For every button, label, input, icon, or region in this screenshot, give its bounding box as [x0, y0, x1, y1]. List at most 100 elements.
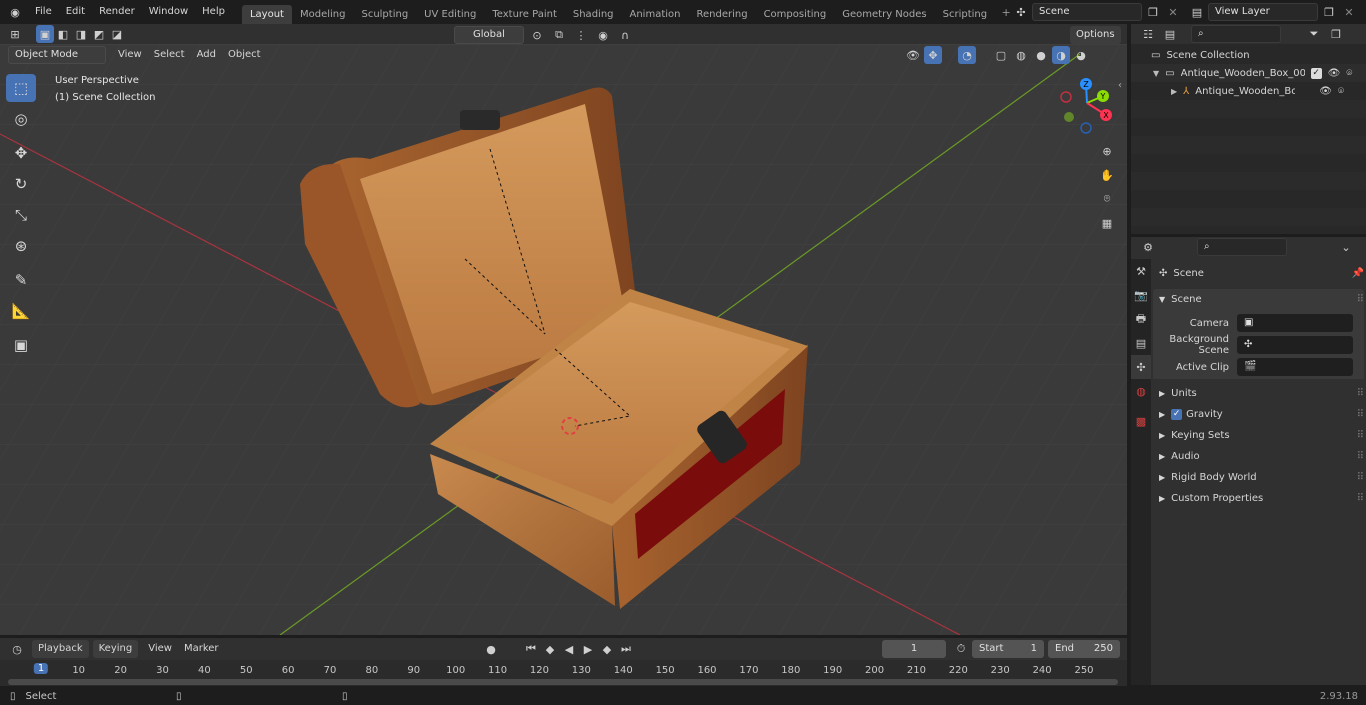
overlays-icon[interactable]: ◔: [958, 46, 976, 64]
play-reverse-icon[interactable]: ◀: [560, 640, 578, 658]
render-camera-icon[interactable]: ⌾: [1346, 68, 1352, 79]
gizmo-toggle-icon[interactable]: ✥: [924, 46, 942, 64]
transform-orientation-selector[interactable]: Global: [454, 26, 524, 44]
record-icon[interactable]: ●: [482, 640, 500, 658]
tab-modeling[interactable]: Modeling: [292, 5, 354, 24]
outliner-search-input[interactable]: ⌕: [1191, 25, 1281, 43]
3d-viewport[interactable]: User Perspective (1) Scene Collection Z …: [0, 44, 1127, 635]
scene-tab-icon[interactable]: ✣: [1131, 355, 1151, 379]
drag-handle-icon[interactable]: ⠿: [1357, 388, 1364, 399]
render-tab-icon[interactable]: 📷: [1131, 283, 1151, 307]
timeline-menu-marker[interactable]: Marker: [178, 640, 225, 658]
start-frame-field[interactable]: Start 1: [972, 640, 1044, 658]
play-icon[interactable]: ▶: [579, 640, 597, 658]
remove-view-layer-icon[interactable]: ✕: [1340, 3, 1358, 21]
tab-scripting[interactable]: Scripting: [935, 5, 995, 24]
gravity-checkbox[interactable]: ✓: [1171, 408, 1183, 420]
material-shading-icon[interactable]: ◑: [1052, 46, 1070, 64]
timeline-menu-playback[interactable]: Playback: [32, 640, 89, 658]
eye-icon[interactable]: 👁: [1319, 86, 1332, 97]
solid-shading-icon[interactable]: ●: [1032, 46, 1050, 64]
outliner-row[interactable]: ▶ ⅄ Antique_Wooden_Box_0( 👁 ⌾: [1131, 82, 1366, 100]
viewport-scene[interactable]: [0, 44, 1127, 635]
editor-type-icon[interactable]: ⊞: [6, 25, 24, 43]
rotate-tool-icon[interactable]: ↻: [6, 170, 36, 198]
expand-arrow-icon[interactable]: ▶: [1171, 87, 1177, 96]
measure-tool-icon[interactable]: 📐: [6, 297, 36, 325]
include-checkbox-icon[interactable]: ✓: [1310, 67, 1322, 79]
select-box-icon[interactable]: ▣: [36, 25, 54, 43]
panel-rigid-body-world[interactable]: ▶ Rigid Body World ⠿: [1153, 467, 1364, 487]
end-frame-field[interactable]: End 250: [1048, 640, 1120, 658]
scene-icon[interactable]: ✣: [1012, 3, 1030, 21]
tab-layout[interactable]: Layout: [241, 5, 292, 24]
drag-handle-icon[interactable]: ⠿: [1357, 430, 1364, 441]
new-view-layer-icon[interactable]: ❐: [1320, 3, 1338, 21]
tab-animation[interactable]: Animation: [622, 5, 689, 24]
filter-icon[interactable]: ⏷: [1305, 25, 1323, 43]
zoom-icon[interactable]: ⊕: [1098, 142, 1116, 160]
visibility-icon[interactable]: 👁: [904, 46, 922, 64]
drag-handle-icon[interactable]: ⠿: [1357, 409, 1364, 420]
snap-target-icon[interactable]: ⋮: [572, 26, 590, 44]
outliner-root-row[interactable]: ▭ Scene Collection: [1131, 46, 1366, 64]
mode-subtract-icon[interactable]: ◨: [72, 25, 90, 43]
render-camera-icon[interactable]: ⌾: [1338, 86, 1344, 97]
panel-custom-properties[interactable]: ▶ Custom Properties ⠿: [1153, 488, 1364, 508]
timeline-menu-view[interactable]: View: [142, 640, 178, 658]
mode-selector[interactable]: Object Mode: [8, 46, 106, 64]
select-tool-icon[interactable]: ⬚: [6, 74, 36, 102]
proportional-edit-icon[interactable]: ◉: [594, 26, 612, 44]
ortho-grid-icon[interactable]: ▦: [1098, 214, 1116, 232]
menu-item-help[interactable]: Help: [195, 2, 232, 22]
drag-handle-icon[interactable]: ⠿: [1357, 294, 1364, 305]
mode-invert-icon[interactable]: ◩: [90, 25, 108, 43]
tab-uv-editing[interactable]: UV Editing: [416, 5, 484, 24]
snap-icon[interactable]: ⧉: [550, 26, 568, 44]
add-cube-tool-icon[interactable]: ▣: [6, 331, 36, 359]
prev-keyframe-icon[interactable]: ◆: [541, 640, 559, 658]
jump-start-icon[interactable]: ⏮: [522, 640, 540, 658]
panel-audio[interactable]: ▶ Audio ⠿: [1153, 446, 1364, 466]
move-tool-icon[interactable]: ✥: [6, 139, 36, 167]
navigation-gizmo[interactable]: Z Y X: [1056, 72, 1118, 134]
annotate-tool-icon[interactable]: ✎: [6, 266, 36, 294]
properties-search-input[interactable]: ⌕: [1197, 238, 1287, 256]
view-layer-tab-icon[interactable]: ▤: [1131, 331, 1151, 355]
scale-tool-icon[interactable]: ⤡: [6, 201, 36, 229]
current-frame-field[interactable]: 1: [882, 640, 946, 658]
scene-name-field[interactable]: Scene: [1032, 3, 1142, 21]
output-tab-icon[interactable]: 🖶: [1131, 307, 1151, 331]
new-collection-icon[interactable]: ❐: [1327, 25, 1345, 43]
viewport-menu-object[interactable]: Object: [222, 46, 267, 64]
tab-rendering[interactable]: Rendering: [688, 5, 755, 24]
mode-intersect-icon[interactable]: ◪: [108, 25, 126, 43]
next-keyframe-icon[interactable]: ◆: [598, 640, 616, 658]
blender-logo-icon[interactable]: ◉: [6, 3, 24, 21]
menu-item-edit[interactable]: Edit: [59, 2, 92, 22]
options-button[interactable]: Options: [1070, 26, 1121, 44]
outliner-editor-icon[interactable]: ☷: [1139, 25, 1157, 43]
display-mode-icon[interactable]: ▤: [1161, 25, 1179, 43]
timeline-menu-keying[interactable]: Keying: [92, 640, 139, 658]
wireframe-shading-icon[interactable]: ◍: [1012, 46, 1030, 64]
menu-item-window[interactable]: Window: [142, 2, 195, 22]
view-layer-field[interactable]: View Layer: [1208, 3, 1318, 21]
expand-arrow-icon[interactable]: ▼: [1153, 69, 1159, 78]
drag-handle-icon[interactable]: ⠿: [1357, 493, 1364, 504]
tab-texture-paint[interactable]: Texture Paint: [484, 5, 565, 24]
xray-icon[interactable]: ▢: [992, 46, 1010, 64]
cursor-tool-icon[interactable]: ◎: [6, 105, 36, 133]
drag-handle-icon[interactable]: ⠿: [1357, 472, 1364, 483]
menu-item-render[interactable]: Render: [92, 2, 142, 22]
mode-extend-icon[interactable]: ◧: [54, 25, 72, 43]
pivot-point-icon[interactable]: ⊙: [528, 26, 546, 44]
viewport-menu-add[interactable]: Add: [191, 46, 222, 64]
collapse-sidebar-icon[interactable]: ‹: [1118, 80, 1122, 91]
outliner-row[interactable]: ▼ ▭ Antique_Wooden_Box_002 ✓ 👁 ⌾: [1131, 64, 1366, 82]
timeline-editor-icon[interactable]: ◷: [8, 640, 26, 658]
tool-tab-icon[interactable]: ⚒: [1131, 259, 1151, 283]
tab-shading[interactable]: Shading: [565, 5, 622, 24]
pan-hand-icon[interactable]: ✋: [1098, 166, 1116, 184]
property-field-active-clip[interactable]: 🎬: [1237, 358, 1353, 376]
